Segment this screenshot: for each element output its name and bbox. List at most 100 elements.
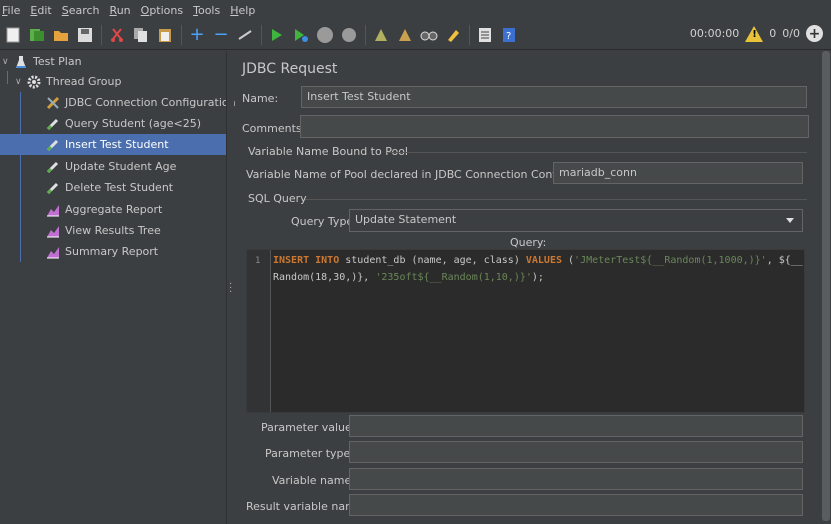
collapse-icon[interactable]: − bbox=[211, 24, 231, 45]
parameter-values-field[interactable] bbox=[349, 415, 803, 437]
warning-count: 0 bbox=[769, 27, 777, 40]
name-label: Name: bbox=[242, 92, 279, 105]
code-text: Random(18,30,)}, bbox=[273, 272, 376, 283]
sql-query-editor[interactable]: 1 INSERT INTO student_db (name, age, cla… bbox=[246, 249, 805, 413]
toolbar-divider bbox=[181, 24, 182, 45]
open-icon[interactable] bbox=[51, 25, 71, 45]
chart-icon bbox=[46, 203, 60, 217]
tree-item-thread-group[interactable]: ∨ Thread Group bbox=[0, 71, 226, 92]
sql-code[interactable]: INSERT INTO student_db (name, age, class… bbox=[273, 252, 803, 286]
clear-icon[interactable] bbox=[371, 25, 391, 45]
clear-all-icon[interactable] bbox=[395, 25, 415, 45]
chevron-down-icon[interactable]: ∨ bbox=[15, 77, 27, 87]
svg-text:?: ? bbox=[506, 31, 511, 42]
tree-item-summary-report[interactable]: Summary Report bbox=[0, 241, 226, 262]
chevron-down-icon bbox=[786, 218, 794, 223]
toolbar-divider bbox=[101, 24, 102, 45]
new-icon[interactable] bbox=[3, 25, 23, 45]
menu-tools[interactable]: Tools bbox=[193, 4, 220, 17]
query-type-value: Update Statement bbox=[355, 213, 457, 226]
tree-item-label: JDBC Connection Configuration bbox=[65, 96, 236, 109]
menu-help[interactable]: Help bbox=[230, 4, 255, 17]
pool-section-title: Variable Name Bound to Pool bbox=[248, 145, 408, 158]
tree-item-test-plan[interactable]: ∨ Test Plan bbox=[0, 51, 226, 72]
tree-item-label: Insert Test Student bbox=[65, 138, 169, 151]
add-remote-icon[interactable]: + bbox=[806, 25, 823, 42]
name-field[interactable]: Insert Test Student bbox=[301, 86, 807, 108]
code-keyword: INSERT INTO bbox=[273, 255, 340, 266]
parameter-values-label: Parameter values: bbox=[261, 421, 362, 434]
tree-item-aggregate-report[interactable]: Aggregate Report bbox=[0, 199, 226, 220]
parameter-types-label: Parameter types: bbox=[265, 447, 360, 460]
pipette-icon bbox=[46, 138, 60, 152]
pipette-icon bbox=[46, 117, 60, 131]
expand-icon[interactable]: + bbox=[187, 24, 207, 45]
menu-search[interactable]: Search bbox=[62, 4, 100, 17]
panel-title: JDBC Request bbox=[242, 61, 338, 77]
query-type-select[interactable]: Update Statement bbox=[349, 209, 803, 232]
menu-edit[interactable]: Edit bbox=[30, 4, 51, 17]
warning-icon[interactable]: ! bbox=[745, 25, 764, 42]
section-divider bbox=[305, 199, 807, 200]
scrollbar-thumb[interactable] bbox=[822, 51, 830, 521]
jdbc-request-panel: JDBC Request Name: Insert Test Student C… bbox=[235, 51, 821, 524]
code-keyword: VALUES bbox=[525, 255, 562, 266]
pipette-icon bbox=[46, 160, 60, 174]
cut-icon[interactable] bbox=[107, 25, 127, 45]
pool-variable-field[interactable]: mariadb_conn bbox=[553, 162, 803, 184]
wrench-icon bbox=[46, 96, 60, 110]
splitter-grip-icon[interactable]: · · · bbox=[229, 280, 232, 298]
status-area: 00:00:00 ! 0 0/0 + bbox=[690, 25, 823, 42]
tree-item-query-student[interactable]: Query Student (age<25) bbox=[0, 113, 226, 134]
tree-item-label: View Results Tree bbox=[65, 224, 161, 237]
comments-field[interactable] bbox=[300, 115, 809, 138]
line-number: 1 bbox=[255, 256, 261, 266]
tree-item-jdbc-connection-configuration[interactable]: JDBC Connection Configuration bbox=[0, 92, 236, 113]
menu-bar: File Edit Search Run Options Tools Help bbox=[0, 0, 831, 20]
save-icon[interactable] bbox=[75, 25, 95, 45]
code-text: ( bbox=[562, 255, 575, 266]
stop-icon[interactable] bbox=[315, 25, 335, 45]
chart-icon bbox=[46, 245, 60, 259]
tree-item-delete-test-student[interactable]: Delete Test Student bbox=[0, 177, 226, 198]
toolbar-divider bbox=[261, 24, 262, 45]
menu-options[interactable]: Options bbox=[141, 4, 183, 17]
section-divider bbox=[387, 152, 807, 153]
parameter-types-field[interactable] bbox=[349, 441, 803, 463]
comments-label: Comments: bbox=[242, 122, 306, 135]
thread-count: 0/0 bbox=[782, 27, 800, 40]
search-icon[interactable] bbox=[419, 25, 439, 45]
menu-file[interactable]: File bbox=[2, 4, 20, 17]
variable-names-field[interactable] bbox=[349, 468, 803, 490]
tree-item-label: Query Student (age<25) bbox=[65, 117, 202, 130]
copy-icon[interactable] bbox=[131, 25, 151, 45]
toolbar: + − ? 00:00:00 ! 0 0/0 + bbox=[0, 20, 831, 50]
start-icon[interactable] bbox=[267, 25, 287, 45]
code-string: '235oft${__Random(1,10,)}' bbox=[375, 272, 532, 283]
chart-icon bbox=[46, 224, 60, 238]
start-no-pauses-icon[interactable] bbox=[291, 25, 311, 45]
result-variable-field[interactable] bbox=[349, 494, 803, 516]
templates-icon[interactable] bbox=[27, 25, 47, 45]
function-helper-icon[interactable] bbox=[475, 25, 495, 45]
reset-search-icon[interactable] bbox=[443, 25, 463, 45]
tree-item-label: Update Student Age bbox=[65, 160, 177, 173]
shutdown-icon[interactable] bbox=[339, 25, 359, 45]
chevron-down-icon[interactable]: ∨ bbox=[2, 57, 14, 67]
tree-item-insert-test-student[interactable]: Insert Test Student bbox=[0, 134, 226, 155]
line-number-gutter: 1 bbox=[247, 250, 271, 412]
toolbar-divider bbox=[469, 24, 470, 45]
tree-item-update-student-age[interactable]: Update Student Age bbox=[0, 156, 226, 177]
code-text: ); bbox=[531, 272, 544, 283]
toggle-icon[interactable] bbox=[235, 25, 255, 45]
help-icon[interactable]: ? bbox=[499, 25, 519, 45]
vertical-scrollbar[interactable] bbox=[821, 51, 831, 524]
menu-run[interactable]: Run bbox=[110, 4, 131, 17]
query-label: Query: bbox=[510, 236, 547, 249]
test-plan-tree: ∨ Test Plan ∨ Thread Group JDBC Connecti… bbox=[0, 51, 236, 524]
tree-item-view-results-tree[interactable]: View Results Tree bbox=[0, 220, 226, 241]
tree-item-label: Thread Group bbox=[46, 75, 122, 88]
code-text: student_db (name, age, class) bbox=[339, 255, 526, 266]
query-type-label: Query Type: bbox=[291, 215, 357, 228]
paste-icon[interactable] bbox=[155, 25, 175, 45]
